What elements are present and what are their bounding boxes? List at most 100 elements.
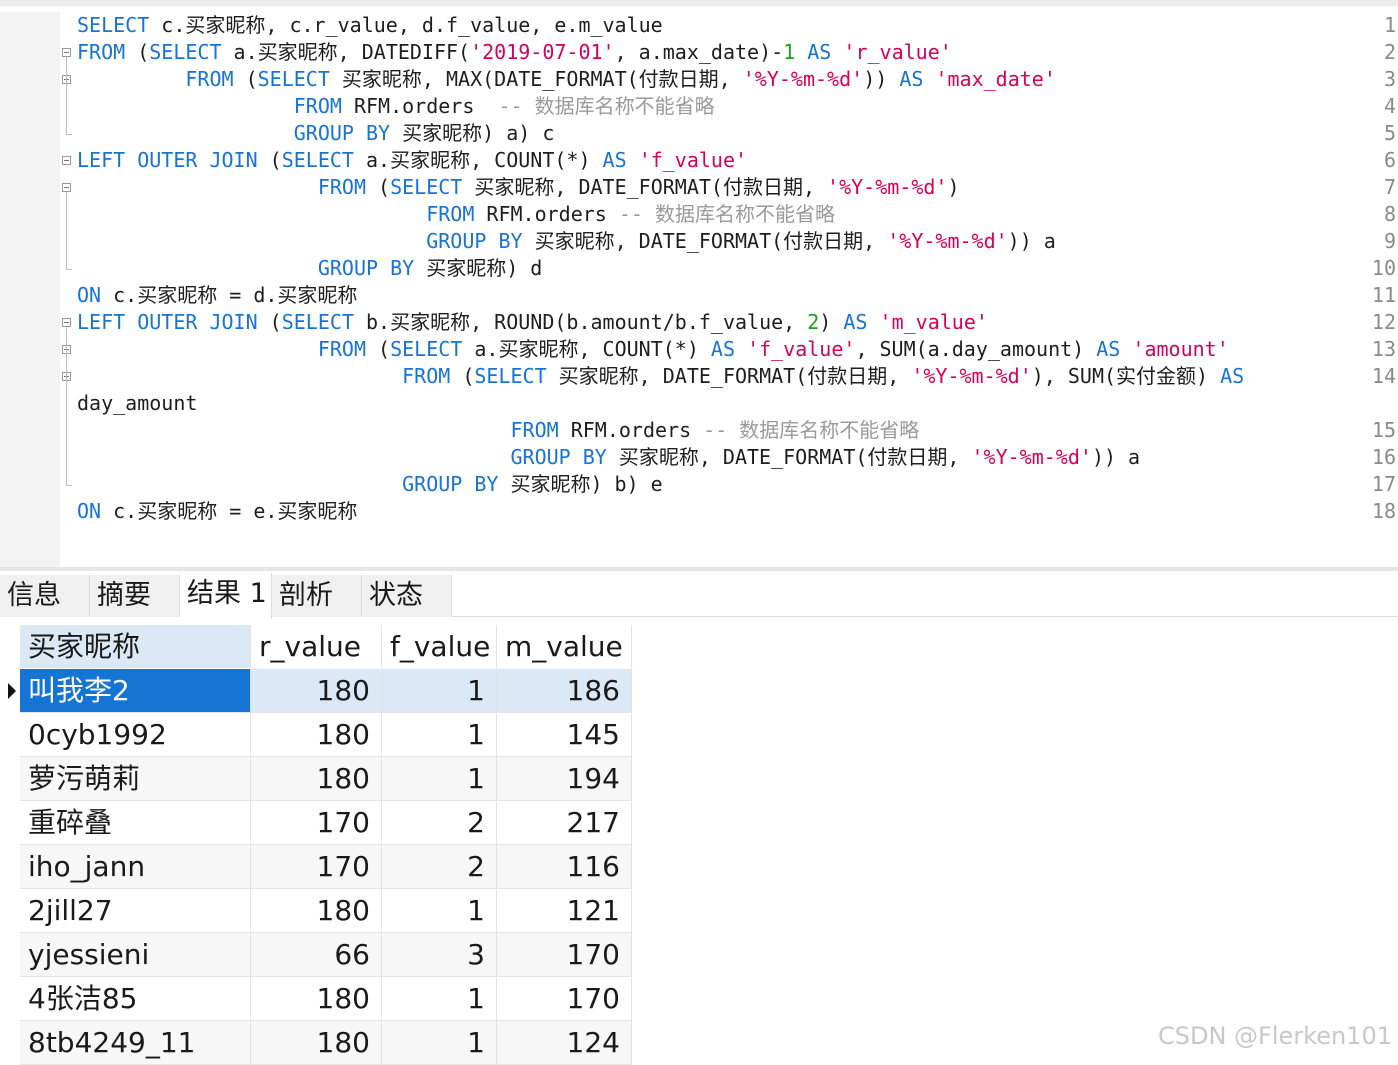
sql-keyword: AS	[1220, 364, 1245, 388]
code-line[interactable]: FROM RFM.orders -- 数据库名称不能省略	[77, 93, 715, 120]
table-cell[interactable]: 1	[382, 1021, 497, 1064]
table-cell[interactable]: 8tb4249_11	[20, 1021, 251, 1064]
sql-keyword: SELECT	[77, 13, 150, 37]
table-cell[interactable]: iho_jann	[20, 845, 251, 888]
code-line[interactable]: LEFT OUTER JOIN (SELECT a.买家昵称, COUNT(*)…	[77, 147, 747, 174]
table-cell[interactable]: 145	[497, 713, 632, 756]
column-header[interactable]: m_value	[497, 625, 632, 668]
sql-editor[interactable]: 1 SELECT c.买家昵称, c.r_value, d.f_value, e.…	[0, 0, 1398, 573]
sql-comment: -- 数据库名称不能省略	[618, 202, 835, 226]
line-number: 3	[1383, 67, 1396, 91]
table-cell[interactable]: 180	[251, 669, 382, 712]
code-line[interactable]: day_amount	[77, 390, 197, 417]
table-cell[interactable]: 170	[497, 977, 632, 1020]
code-line[interactable]: FROM (SELECT 买家昵称, DATE_FORMAT(付款日期, '%Y…	[77, 174, 960, 201]
table-cell[interactable]: 1	[382, 713, 497, 756]
code-line[interactable]: FROM (SELECT a.买家昵称, COUNT(*) AS 'f_valu…	[77, 336, 1229, 363]
fold-toggle-icon[interactable]	[62, 318, 71, 327]
table-cell[interactable]: 1	[382, 977, 497, 1020]
code-line[interactable]: FROM RFM.orders -- 数据库名称不能省略	[77, 201, 835, 228]
sql-text: 买家昵称, MAX(DATE_FORMAT(付款日期,	[329, 67, 743, 91]
code-line[interactable]: FROM (SELECT 买家昵称, MAX(DATE_FORMAT(付款日期,…	[77, 66, 1056, 93]
table-cell[interactable]: 116	[497, 845, 632, 888]
sql-keyword: SELECT	[474, 364, 547, 388]
table-cell[interactable]: 170	[251, 845, 382, 888]
sql-text: a.买家昵称, COUNT(*)	[353, 148, 603, 172]
fold-toggle-icon[interactable]	[62, 48, 71, 57]
sql-text: RFM.orders	[341, 94, 499, 118]
sql-keyword: FROM	[293, 94, 342, 118]
sql-text: (	[257, 310, 282, 334]
table-cell[interactable]: 4张洁85	[20, 977, 251, 1020]
table-cell[interactable]: 180	[251, 757, 382, 800]
tab-2[interactable]: 结果 1	[180, 573, 272, 619]
tab-3[interactable]: 剖析	[272, 575, 362, 617]
table-cell[interactable]: 2	[382, 801, 497, 844]
sql-keyword: AS	[899, 67, 924, 91]
table-cell[interactable]: 180	[251, 977, 382, 1020]
code-line[interactable]: GROUP BY 买家昵称) b) e	[77, 471, 663, 498]
fold-toggle-icon[interactable]	[62, 156, 71, 165]
table-cell[interactable]: 121	[497, 889, 632, 932]
code-line[interactable]: FROM RFM.orders -- 数据库名称不能省略	[77, 417, 919, 444]
table-cell[interactable]: 186	[497, 669, 632, 712]
table-cell[interactable]: 180	[251, 1021, 382, 1064]
code-line[interactable]: GROUP BY 买家昵称) a) c	[77, 120, 555, 147]
table-cell[interactable]: 1	[382, 889, 497, 932]
sql-text: RFM.orders	[558, 418, 704, 442]
tab-4[interactable]: 状态	[362, 575, 452, 617]
table-cell[interactable]: 萝污萌莉	[20, 757, 251, 800]
code-line[interactable]: GROUP BY 买家昵称, DATE_FORMAT(付款日期, '%Y-%m-…	[77, 228, 1056, 255]
sql-keyword: GROUP BY	[402, 472, 499, 496]
table-cell[interactable]: 180	[251, 713, 382, 756]
table-cell[interactable]: 66	[251, 933, 382, 976]
line-number-gutter	[0, 12, 60, 573]
code-line[interactable]: GROUP BY 买家昵称, DATE_FORMAT(付款日期, '%Y-%m-…	[77, 444, 1140, 471]
table-cell[interactable]: 170	[251, 801, 382, 844]
code-line[interactable]: LEFT OUTER JOIN (SELECT b.买家昵称, ROUND(b.…	[77, 309, 988, 336]
table-cell[interactable]: 1	[382, 757, 497, 800]
table-cell[interactable]: 2jill27	[20, 889, 251, 932]
sql-keyword: LEFT OUTER JOIN	[77, 310, 258, 334]
sql-text: day_amount	[77, 391, 198, 415]
fold-toggle-icon[interactable]	[62, 183, 71, 192]
column-header[interactable]: f_value	[382, 625, 497, 668]
tab-0[interactable]: 信息	[0, 575, 90, 617]
sql-string: 'f_value'	[638, 148, 748, 172]
table-cell[interactable]: 3	[382, 933, 497, 976]
column-header[interactable]: r_value	[251, 625, 382, 668]
table-cell[interactable]: 194	[497, 757, 632, 800]
sql-keyword: ON	[77, 283, 102, 307]
code-line[interactable]: ON c.买家昵称 = d.买家昵称	[77, 282, 357, 309]
table-cell[interactable]: 2	[382, 845, 497, 888]
column-header[interactable]: 买家昵称	[20, 625, 251, 668]
code-line[interactable]: SELECT c.买家昵称, c.r_value, d.f_value, e.m…	[77, 12, 663, 39]
table-cell[interactable]: 叫我李2	[20, 669, 251, 712]
code-line[interactable]: FROM (SELECT 买家昵称, DATE_FORMAT(付款日期, '%Y…	[77, 363, 1244, 390]
code-line[interactable]: FROM (SELECT a.买家昵称, DATEDIFF('2019-07-0…	[77, 39, 952, 66]
table-cell[interactable]: 180	[251, 889, 382, 932]
sql-string: 'r_value'	[843, 40, 952, 64]
sql-text: RFM.orders	[474, 202, 619, 226]
table-cell[interactable]: yjessieni	[20, 933, 251, 976]
sql-text: (	[233, 67, 258, 91]
tab-1[interactable]: 摘要	[90, 575, 180, 617]
table-cell[interactable]: 0cyb1992	[20, 713, 251, 756]
code-line[interactable]: ON c.买家昵称 = e.买家昵称	[77, 498, 357, 525]
table-cell[interactable]: 124	[497, 1021, 632, 1064]
table-cell[interactable]: 1	[382, 669, 497, 712]
sql-keyword: GROUP BY	[317, 256, 415, 280]
table-cell[interactable]: 217	[497, 801, 632, 844]
table-cell[interactable]: 170	[497, 933, 632, 976]
code-line[interactable]: GROUP BY 买家昵称) d	[77, 255, 543, 282]
table-cell[interactable]: 重碎叠	[20, 801, 251, 844]
